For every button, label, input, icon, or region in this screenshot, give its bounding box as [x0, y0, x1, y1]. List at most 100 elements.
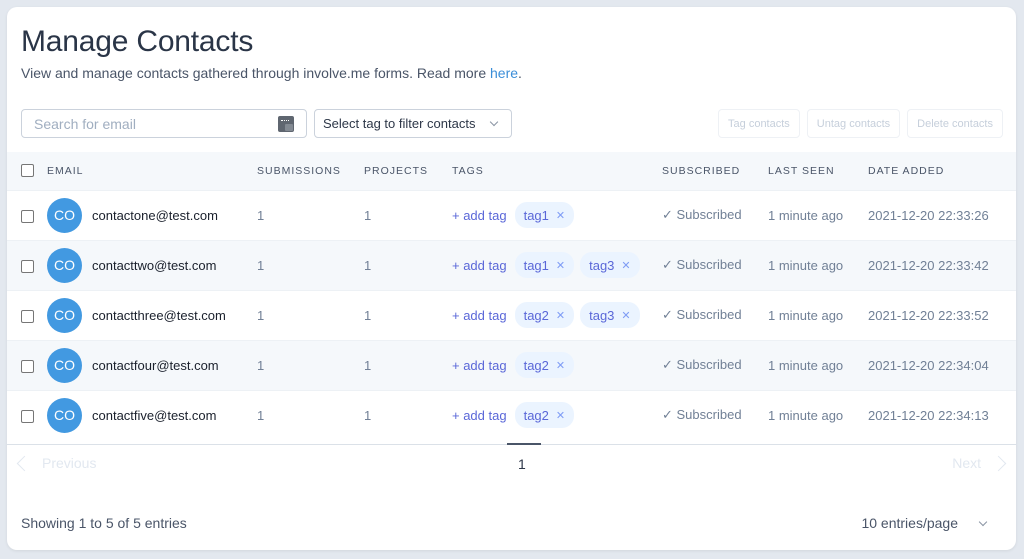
- tag-filter-select[interactable]: Select tag to filter contacts: [314, 109, 512, 138]
- last-seen: 1 minute ago: [768, 307, 844, 323]
- tags-cell: + add tag tag1 ✕: [452, 202, 662, 228]
- add-tag-button[interactable]: + add tag: [452, 258, 507, 273]
- remove-tag-icon[interactable]: ✕: [556, 259, 565, 272]
- table-row: CO contactfour@test.com 1 1 + add tag tag2 ✕ ✓ …: [7, 340, 1016, 390]
- column-header-tags: Tags: [452, 164, 484, 177]
- subscribed-status: ✓ Subscribed: [662, 357, 742, 372]
- column-header-date-added[interactable]: Date added: [868, 152, 1016, 190]
- chevron-down-icon: [978, 517, 988, 526]
- previous-page-button[interactable]: Previous: [13, 455, 96, 471]
- date-added: 2021-12-20 22:34:04: [868, 357, 989, 373]
- tag-label: tag3: [589, 257, 615, 273]
- submissions-count: 1: [257, 207, 265, 223]
- remove-tag-icon[interactable]: ✕: [556, 309, 565, 322]
- entries-summary: Showing 1 to 5 of 5 entries: [21, 515, 187, 531]
- chevron-right-icon: [990, 455, 1007, 471]
- page-subtitle: View and manage contacts gathered throug…: [21, 65, 522, 81]
- row-checkbox[interactable]: [21, 209, 34, 223]
- avatar: CO: [47, 197, 82, 233]
- tag-chip: tag1 ✕: [514, 202, 575, 228]
- column-header-last-seen[interactable]: Last seen: [768, 152, 868, 190]
- email-cell: CO contacttwo@test.com: [47, 247, 257, 283]
- contact-email[interactable]: contacttwo@test.com: [92, 258, 216, 273]
- tag-label: tag1: [523, 207, 549, 223]
- table-row: CO contactthree@test.com 1 1 + add tag tag2 ✕ t…: [7, 290, 1016, 340]
- remove-tag-icon[interactable]: ✕: [621, 309, 630, 322]
- row-checkbox[interactable]: [21, 359, 34, 373]
- remove-tag-icon[interactable]: ✕: [556, 409, 565, 422]
- remove-tag-icon[interactable]: ✕: [556, 209, 565, 222]
- read-more-link[interactable]: here: [490, 65, 518, 81]
- subscribed-status: ✓ Subscribed: [662, 307, 742, 322]
- tag-chip: tag2 ✕: [514, 352, 575, 378]
- tag-chip: tag1 ✕: [514, 252, 575, 278]
- last-seen: 1 minute ago: [768, 207, 844, 223]
- previous-label: Previous: [42, 455, 97, 471]
- tag-filter-label: Select tag to filter contacts: [323, 116, 476, 131]
- tag-label: tag1: [523, 257, 549, 273]
- subscribed-status: ✓ Subscribed: [662, 207, 742, 222]
- add-tag-button[interactable]: + add tag: [452, 208, 507, 223]
- untag-contacts-button[interactable]: Untag contacts: [806, 109, 901, 138]
- remove-tag-icon[interactable]: ✕: [556, 359, 565, 372]
- page-number-1[interactable]: 1: [518, 456, 526, 472]
- column-header-projects[interactable]: Projects: [364, 152, 452, 190]
- delete-contacts-button[interactable]: Delete contacts: [907, 109, 1003, 138]
- table-row: CO contactone@test.com 1 1 + add tag tag1 ✕ ✓ S…: [7, 190, 1016, 240]
- contact-email[interactable]: contactfour@test.com: [92, 358, 219, 373]
- keyboard-shortcut-icon: [278, 115, 294, 132]
- contact-email[interactable]: contactfive@test.com: [92, 408, 216, 423]
- avatar: CO: [47, 347, 82, 383]
- table-row: CO contacttwo@test.com 1 1 + add tag tag1 ✕ tag…: [7, 240, 1016, 290]
- row-checkbox[interactable]: [21, 309, 34, 323]
- submissions-count: 1: [257, 407, 265, 423]
- active-page-indicator: [507, 443, 541, 445]
- projects-count: 1: [364, 207, 372, 223]
- last-seen: 1 minute ago: [768, 257, 844, 273]
- table-row: CO contactfive@test.com 1 1 + add tag tag2 ✕ ✓ …: [7, 390, 1016, 440]
- avatar: CO: [47, 397, 82, 433]
- email-cell: CO contactfour@test.com: [47, 347, 257, 383]
- tag-chip: tag3 ✕: [580, 252, 640, 278]
- add-tag-button[interactable]: + add tag: [452, 358, 507, 373]
- page-title: Manage Contacts: [21, 25, 254, 58]
- per-page-label: 10 entries/page: [861, 515, 958, 531]
- date-added: 2021-12-20 22:33:52: [868, 307, 989, 323]
- last-seen: 1 minute ago: [768, 357, 844, 373]
- subscribed-status: ✓ Subscribed: [662, 257, 742, 272]
- tags-cell: + add tag tag2 ✕: [452, 402, 662, 429]
- search-input[interactable]: [34, 115, 278, 132]
- entries-per-page-select[interactable]: 10 entries/page: [861, 515, 992, 531]
- avatar: CO: [47, 297, 82, 333]
- projects-count: 1: [364, 307, 372, 323]
- next-label: Next: [952, 455, 981, 471]
- tag-chip: tag2 ✕: [514, 302, 575, 328]
- row-checkbox[interactable]: [21, 409, 34, 423]
- projects-count: 1: [364, 257, 372, 273]
- chevron-left-icon: [16, 455, 33, 471]
- row-checkbox[interactable]: [21, 259, 34, 273]
- contacts-table: Email Submissions Projects Tags Subscrib…: [7, 152, 1016, 440]
- column-header-email[interactable]: Email: [47, 152, 257, 190]
- date-added: 2021-12-20 22:34:13: [868, 407, 989, 423]
- tag-chip: tag2 ✕: [514, 402, 575, 429]
- date-added: 2021-12-20 22:33:26: [868, 207, 989, 223]
- chevron-down-icon: [489, 117, 499, 127]
- tag-label: tag3: [589, 307, 615, 323]
- tag-label: tag2: [523, 407, 549, 423]
- remove-tag-icon[interactable]: ✕: [621, 259, 630, 272]
- select-all-checkbox[interactable]: [21, 164, 34, 178]
- add-tag-button[interactable]: + add tag: [452, 408, 507, 423]
- email-cell: CO contactthree@test.com: [47, 297, 257, 333]
- tag-contacts-button[interactable]: Tag contacts: [718, 109, 800, 138]
- add-tag-button[interactable]: + add tag: [452, 308, 507, 323]
- subscribed-status: ✓ Subscribed: [662, 407, 742, 423]
- column-header-subscribed[interactable]: Subscribed: [662, 152, 768, 190]
- column-header-submissions[interactable]: Submissions: [257, 152, 364, 190]
- tags-cell: + add tag tag1 ✕ tag3 ✕: [452, 252, 662, 278]
- avatar: CO: [47, 247, 82, 283]
- contact-email[interactable]: contactone@test.com: [92, 208, 218, 223]
- search-field[interactable]: [21, 109, 307, 138]
- contact-email[interactable]: contactthree@test.com: [92, 308, 226, 323]
- next-page-button[interactable]: Next: [952, 455, 1008, 471]
